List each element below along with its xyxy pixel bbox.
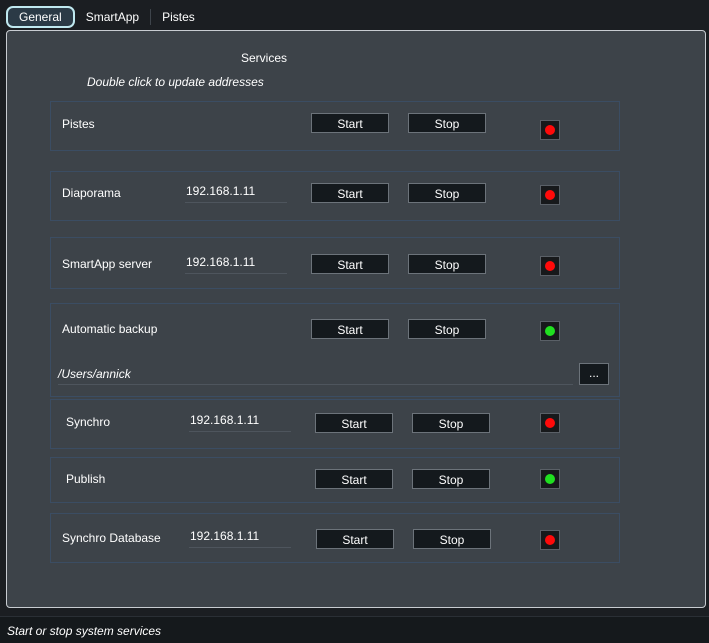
status-dot-icon xyxy=(545,261,555,271)
service-name: Diaporama xyxy=(62,186,121,200)
status-indicator xyxy=(540,256,560,276)
status-indicator xyxy=(540,185,560,205)
address-field[interactable]: 192.168.1.11 xyxy=(185,252,287,274)
tab-pistes[interactable]: Pistes xyxy=(151,6,206,28)
tab-smartapp[interactable]: SmartApp xyxy=(75,6,150,28)
start-button[interactable]: Start xyxy=(311,113,389,133)
stop-button[interactable]: Stop xyxy=(408,319,486,339)
stop-button[interactable]: Stop xyxy=(413,529,491,549)
stop-button[interactable]: Stop xyxy=(412,413,490,433)
stop-button[interactable]: Stop xyxy=(408,183,486,203)
start-button[interactable]: Start xyxy=(311,183,389,203)
tab-general[interactable]: General xyxy=(6,6,75,28)
services-panel: Services Double click to update addresse… xyxy=(6,30,706,608)
service-row-publish: Publish Start Stop xyxy=(50,457,620,503)
status-dot-icon xyxy=(545,326,555,336)
service-row-synchro-database: Synchro Database 192.168.1.11 Start Stop xyxy=(50,513,620,563)
start-button[interactable]: Start xyxy=(311,319,389,339)
browse-button[interactable]: ... xyxy=(579,363,609,385)
stop-button[interactable]: Stop xyxy=(408,113,486,133)
status-bar: Start or stop system services xyxy=(0,616,709,643)
status-indicator xyxy=(540,530,560,550)
status-message: Start or stop system services xyxy=(7,624,162,638)
status-dot-icon xyxy=(545,125,555,135)
status-dot-icon xyxy=(545,190,555,200)
service-name: Publish xyxy=(66,472,106,486)
start-button[interactable]: Start xyxy=(316,529,394,549)
service-name: Pistes xyxy=(62,117,95,131)
panel-title: Services xyxy=(241,51,288,65)
service-row-pistes: Pistes Start Stop xyxy=(50,101,620,151)
stop-button[interactable]: Stop xyxy=(412,469,490,489)
service-name: SmartApp server xyxy=(62,257,153,271)
service-name: Synchro Database xyxy=(62,531,161,545)
start-button[interactable]: Start xyxy=(315,413,393,433)
status-indicator xyxy=(540,321,560,341)
status-dot-icon xyxy=(545,418,555,428)
backup-path-field[interactable]: /Users/annick xyxy=(58,363,573,385)
start-button[interactable]: Start xyxy=(311,254,389,274)
panel-hint: Double click to update addresses xyxy=(87,75,264,89)
address-field[interactable]: 192.168.1.11 xyxy=(185,181,287,203)
status-dot-icon xyxy=(545,474,555,484)
service-row-synchro: Synchro 192.168.1.11 Start Stop xyxy=(50,399,620,449)
service-row-diaporama: Diaporama 192.168.1.11 Start Stop xyxy=(50,171,620,221)
address-field[interactable]: 192.168.1.11 xyxy=(189,410,291,432)
tab-bar: General SmartApp Pistes xyxy=(6,5,206,29)
service-name: Automatic backup xyxy=(62,322,158,336)
stop-button[interactable]: Stop xyxy=(408,254,486,274)
service-row-smartapp-server: SmartApp server 192.168.1.11 Start Stop xyxy=(50,237,620,289)
service-name: Synchro xyxy=(66,415,111,429)
address-field[interactable]: 192.168.1.11 xyxy=(189,526,291,548)
status-indicator xyxy=(540,469,560,489)
status-dot-icon xyxy=(545,535,555,545)
status-indicator xyxy=(540,413,560,433)
status-indicator xyxy=(540,120,560,140)
start-button[interactable]: Start xyxy=(315,469,393,489)
